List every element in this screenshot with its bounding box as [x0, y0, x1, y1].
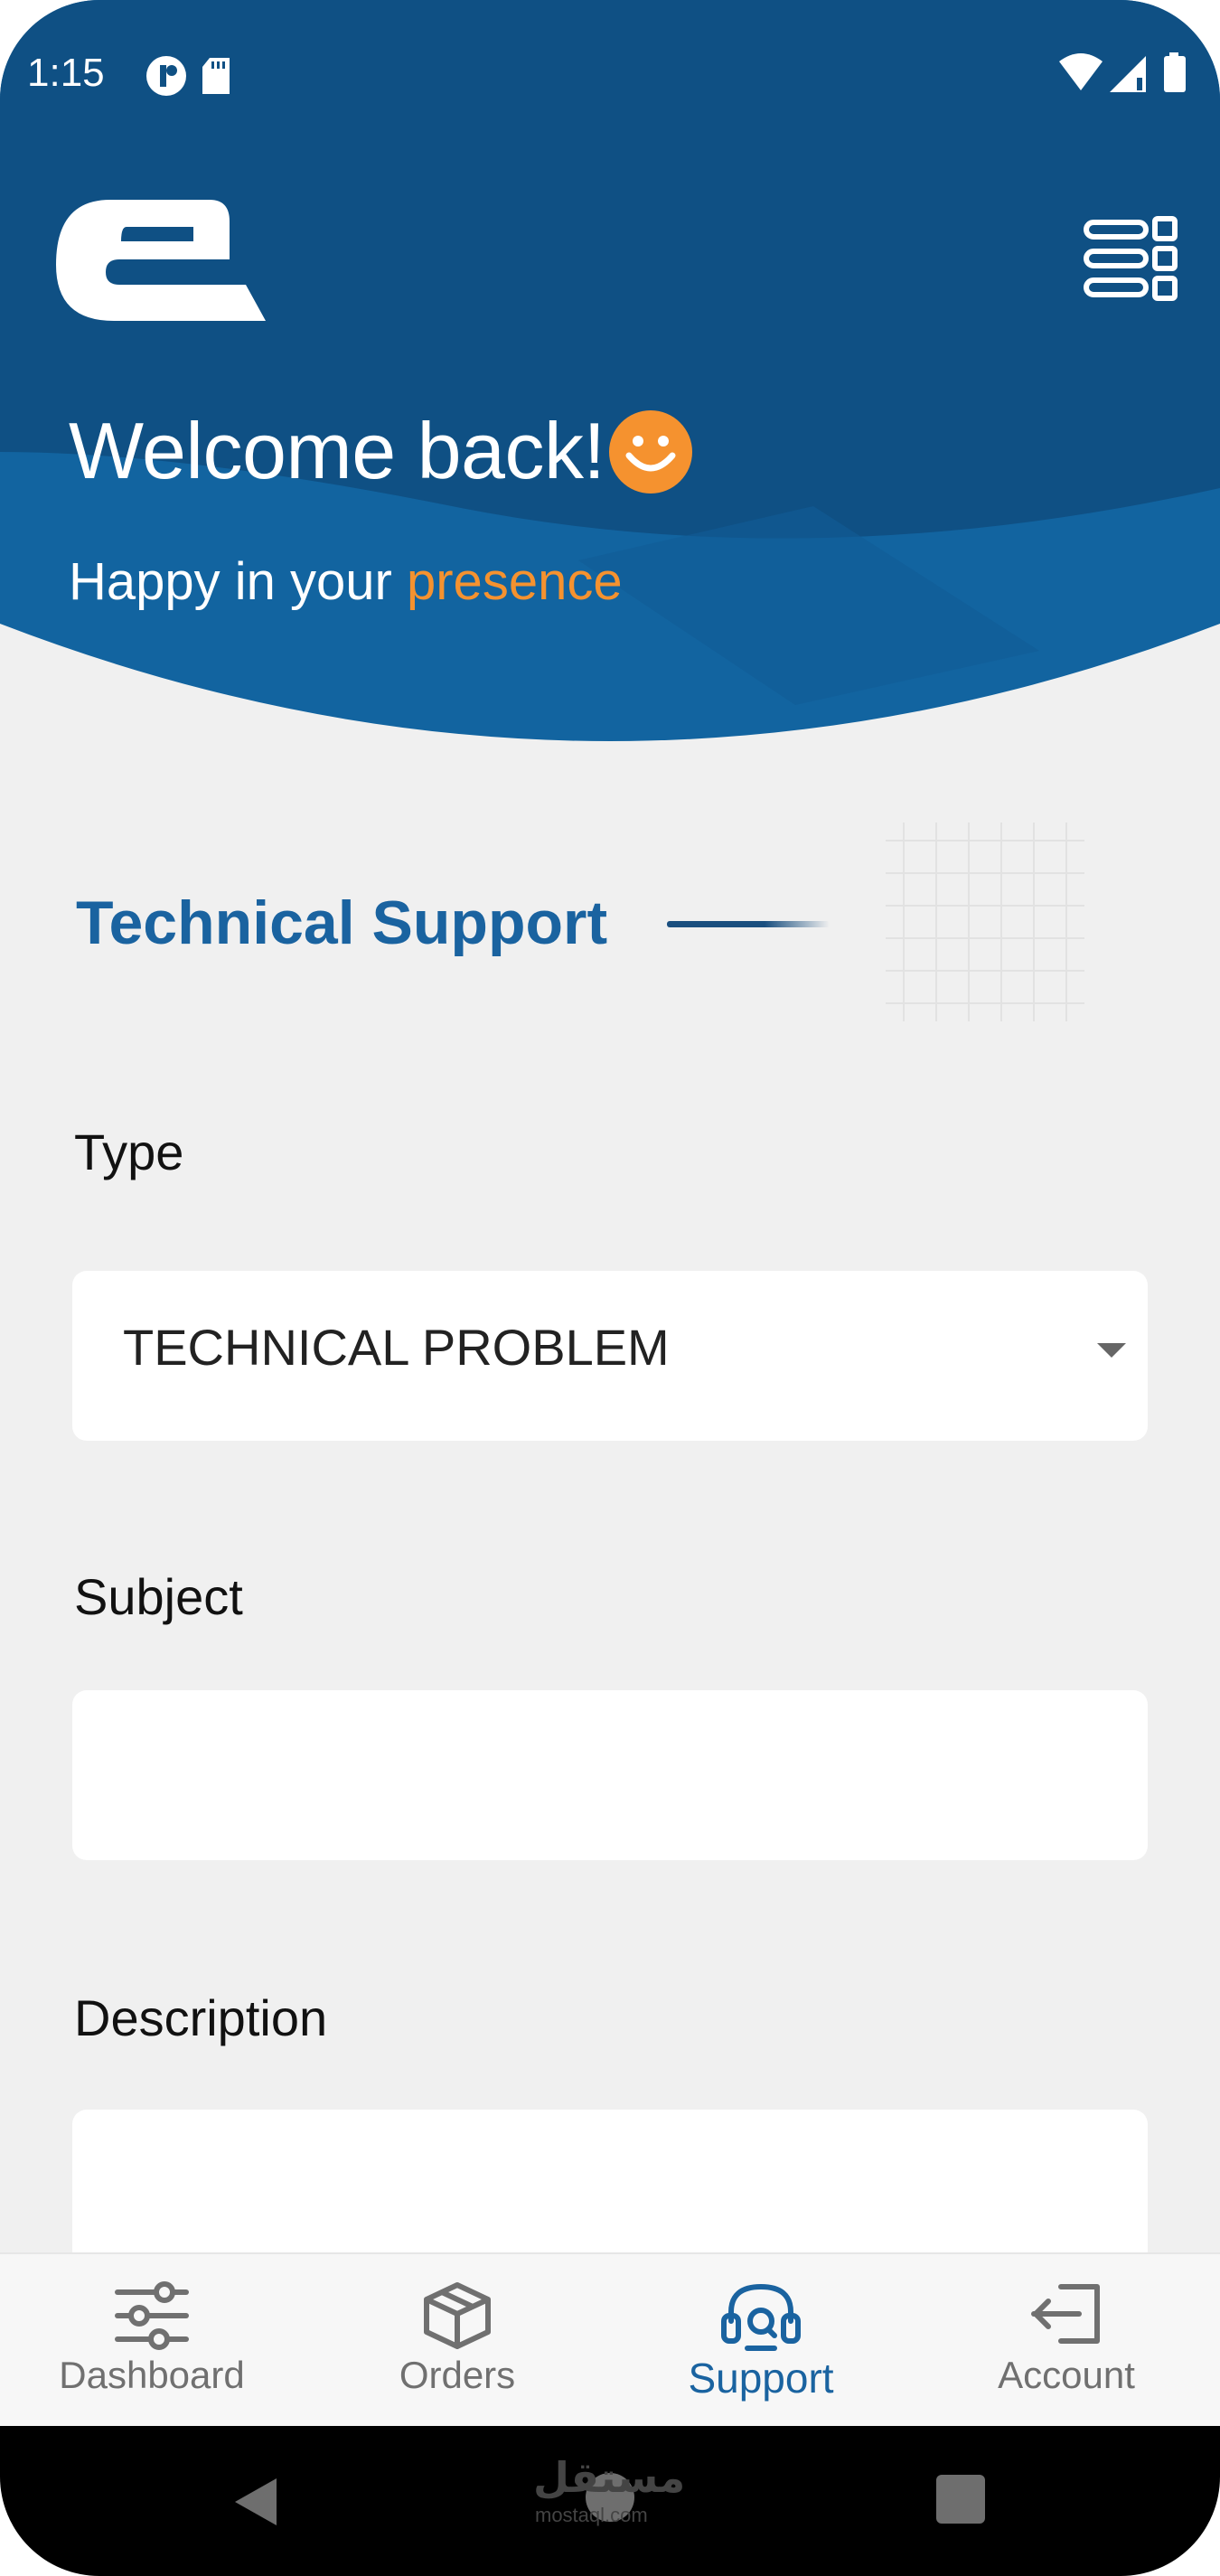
- type-select-value: TECHNICAL PROBLEM: [123, 1319, 670, 1376]
- wifi-icon: [1059, 53, 1103, 90]
- system-navigation-bar: مستقل mostaql.com: [0, 2426, 1220, 2576]
- smiley-icon: [607, 409, 694, 500]
- header: 1:15 Welcome back! Happy in your presenc…: [0, 0, 1220, 777]
- box-icon: [423, 2281, 492, 2355]
- subject-field-container: [72, 1690, 1148, 1860]
- status-time: 1:15: [27, 51, 105, 95]
- watermark: مستقل: [533, 2454, 686, 2501]
- bottom-navigation: Dashboard Orders Support Account: [0, 2252, 1220, 2426]
- nav-label: Orders: [399, 2354, 516, 2396]
- app-notification-icon: [146, 56, 186, 96]
- recent-apps-button[interactable]: [936, 2475, 985, 2524]
- tagline-prefix: Happy in your: [69, 552, 407, 611]
- description-label: Description: [74, 1989, 328, 2046]
- back-icon[interactable]: [231, 2475, 280, 2529]
- headset-icon: [720, 2281, 802, 2358]
- app-logo: [56, 194, 273, 325]
- watermark-sub: mostaql.com: [535, 2504, 648, 2526]
- nav-item-account[interactable]: Account: [931, 2254, 1202, 2428]
- grid-decoration: [886, 823, 1084, 1026]
- battery-icon: [1164, 52, 1186, 92]
- grid-menu-icon[interactable]: [1083, 215, 1182, 306]
- section-title-underline: [667, 918, 830, 935]
- chevron-down-icon: [1097, 1343, 1126, 1358]
- type-select[interactable]: TECHNICAL PROBLEM: [72, 1271, 1148, 1441]
- logout-icon: [1030, 2281, 1103, 2351]
- nav-item-dashboard[interactable]: Dashboard: [16, 2254, 287, 2428]
- subject-input[interactable]: [72, 1690, 1148, 1860]
- nav-label: Support: [688, 2355, 834, 2402]
- status-right-icons: [1057, 52, 1193, 102]
- tagline: Happy in your presence: [69, 551, 623, 612]
- sliders-icon: [114, 2281, 190, 2355]
- subject-label: Subject: [74, 1568, 243, 1625]
- phone-screen: 1:15 Welcome back! Happy in your presenc…: [0, 0, 1220, 2576]
- nav-item-orders[interactable]: Orders: [322, 2254, 593, 2428]
- nav-label: Dashboard: [59, 2354, 245, 2396]
- welcome-title: Welcome back!: [69, 406, 605, 495]
- type-label: Type: [74, 1123, 184, 1180]
- sd-card-icon: [202, 58, 230, 94]
- section-title: Technical Support: [76, 888, 608, 957]
- status-left-icons: [145, 54, 244, 104]
- tagline-accent: presence: [406, 552, 623, 611]
- nav-item-support[interactable]: Support: [625, 2254, 896, 2428]
- nav-label: Account: [998, 2354, 1135, 2396]
- status-bar: 1:15: [0, 0, 1220, 154]
